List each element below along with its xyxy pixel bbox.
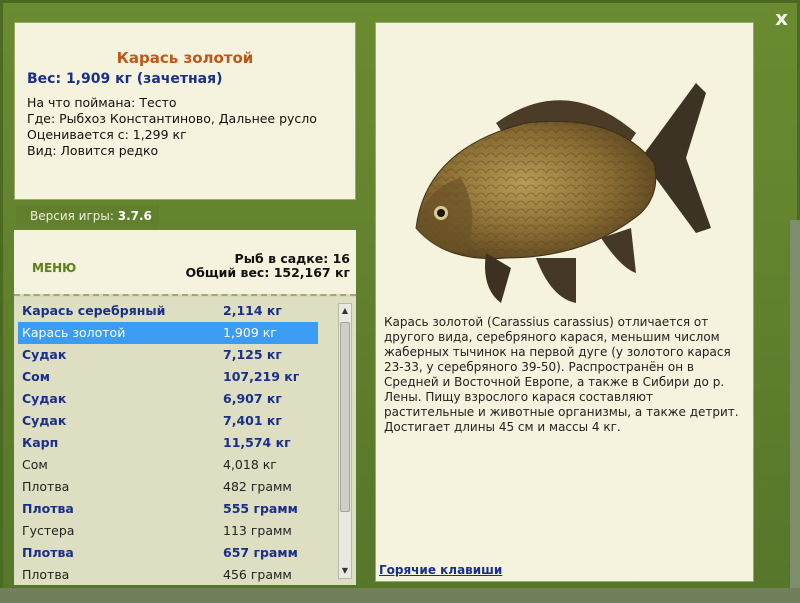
list-item-weight: 7,401 кг xyxy=(223,413,282,428)
info-rarity: Вид: Ловится редко xyxy=(27,143,159,158)
list-item-name: Карась золотой xyxy=(22,325,126,340)
arrow-down-icon[interactable]: ▼ xyxy=(339,564,351,578)
list-item-weight: 113 грамм xyxy=(223,523,292,538)
info-location: Где: Рыбхоз Константиново, Дальнее русло xyxy=(27,111,317,126)
background-edge xyxy=(790,220,800,603)
list-item-name: Густера xyxy=(22,523,75,538)
list-item[interactable]: Плотва 482 грамм xyxy=(18,476,318,498)
version-value: 3.7.6 xyxy=(117,209,152,223)
list-item-weight: 555 грамм xyxy=(223,501,298,516)
catch-list[interactable]: Карась серебряный 2,114 кг Карась золотой 1… xyxy=(14,297,356,585)
info-bait: На что поймана: Тесто xyxy=(27,95,177,110)
list-item-weight: 107,219 кг xyxy=(223,369,300,384)
list-item[interactable]: Карась золотой 1,909 кг xyxy=(18,322,318,344)
list-item-weight: 456 грамм xyxy=(223,567,292,582)
list-item-weight: 4,018 кг xyxy=(223,457,277,472)
list-item-name: Плотва xyxy=(22,501,74,516)
list-item[interactable]: Сом 107,219 кг xyxy=(18,366,318,388)
fish-illustration xyxy=(415,83,711,303)
menu-button[interactable]: МЕНЮ xyxy=(32,261,76,275)
list-item-name: Судак xyxy=(22,391,67,406)
list-item[interactable]: Карп 11,574 кг xyxy=(18,432,318,454)
fish-details-panel: Карась золотой Вес: 1,909 кг (зачетная) … xyxy=(14,22,356,200)
list-item[interactable]: Густера 113 грамм xyxy=(18,520,318,542)
list-item[interactable]: Судак 6,907 кг xyxy=(18,388,318,410)
list-item[interactable]: Сом 4,018 кг xyxy=(18,454,318,476)
list-item[interactable]: Плотва 657 грамм xyxy=(18,542,318,564)
list-item-weight: 7,125 кг xyxy=(223,347,282,362)
list-item-name: Судак xyxy=(22,347,67,362)
fish-title: Карась золотой xyxy=(116,49,254,67)
list-item-name: Карась серебряный xyxy=(22,303,166,318)
arrow-up-icon[interactable]: ▲ xyxy=(339,304,351,318)
list-item-weight: 6,907 кг xyxy=(223,391,282,406)
list-item-weight: 11,574 кг xyxy=(223,435,291,450)
info-valued-from: Оценивается с: 1,299 кг xyxy=(27,127,187,142)
version-bar: Версия игры: 3.7.6 xyxy=(16,205,159,227)
list-item-weight: 657 грамм xyxy=(223,545,298,560)
list-item-name: Плотва xyxy=(22,545,74,560)
list-item[interactable]: Плотва 555 грамм xyxy=(18,498,318,520)
fish-count: Рыб в садке: 16 xyxy=(234,251,350,266)
catch-stats: Рыб в садке: 16 Общий вес: 152,167 кг xyxy=(186,252,351,280)
list-item-weight: 2,114 кг xyxy=(223,303,282,318)
fish-description: Карась золотой (Carassius carassius) отл… xyxy=(384,315,739,434)
bottom-strip xyxy=(0,588,800,603)
list-item[interactable]: Плотва 456 грамм xyxy=(18,564,318,585)
list-item-weight: 1,909 кг xyxy=(223,325,277,340)
list-item-name: Сом xyxy=(22,457,48,472)
list-item-weight: 482 грамм xyxy=(223,479,292,494)
close-icon[interactable]: x xyxy=(775,6,788,30)
scroll-thumb[interactable] xyxy=(340,322,350,512)
version-label: Версия игры: xyxy=(30,209,114,223)
hotkeys-link[interactable]: Горячие клавиши xyxy=(379,563,502,577)
list-item-name: Карп xyxy=(22,435,59,450)
list-item[interactable]: Судак 7,125 кг xyxy=(18,344,318,366)
list-item-name: Плотва xyxy=(22,567,70,582)
menu-stats-panel: МЕНЮ Рыб в садке: 16 Общий вес: 152,167 … xyxy=(14,230,356,294)
total-weight: Общий вес: 152,167 кг xyxy=(185,265,351,280)
list-item-name: Плотва xyxy=(22,479,70,494)
list-item-name: Судак xyxy=(22,413,67,428)
list-scrollbar[interactable]: ▲ ▼ xyxy=(338,303,352,579)
list-item-name: Сом xyxy=(22,369,50,384)
fish-weight: Вес: 1,909 кг (зачетная) xyxy=(27,71,223,87)
fish-info-panel: Карась золотой (Carassius carassius) отл… xyxy=(375,22,754,582)
fish-info: На что поймана: Тесто Где: Рыбхоз Конста… xyxy=(15,95,355,159)
list-item[interactable]: Судак 7,401 кг xyxy=(18,410,318,432)
list-item[interactable]: Карась серебряный 2,114 кг xyxy=(18,300,318,322)
